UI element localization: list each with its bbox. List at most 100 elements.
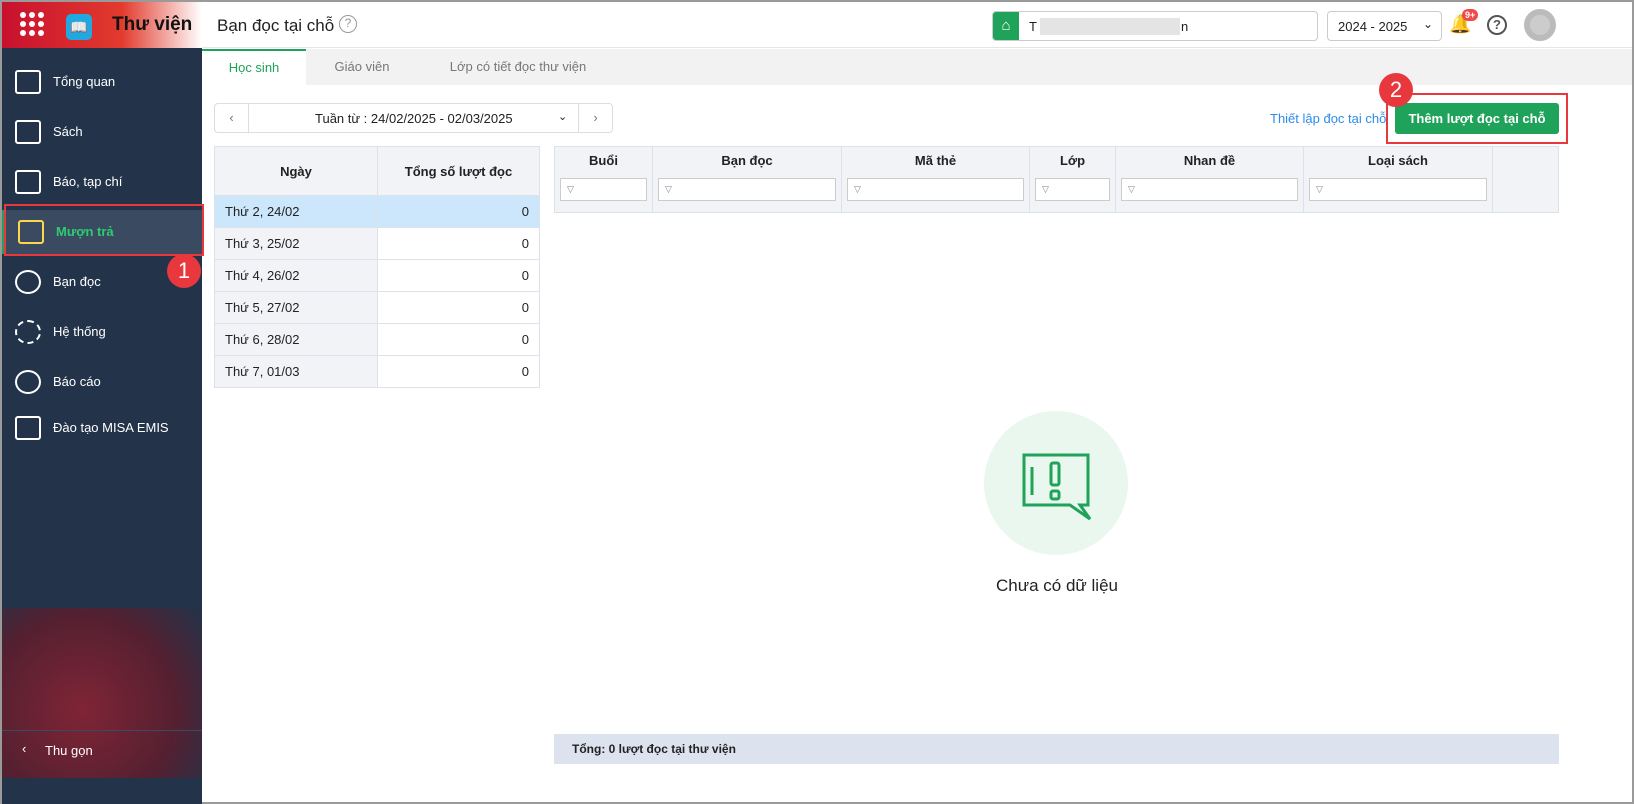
home-icon: ⌂ <box>993 12 1019 40</box>
count-cell: 0 <box>377 227 540 260</box>
sidebar-item-books[interactable]: Sách <box>2 110 202 154</box>
table-row[interactable]: Thứ 5, 27/02 0 <box>214 291 540 324</box>
day-cell: Thứ 4, 26/02 <box>214 259 378 292</box>
tab-bar: Học sinh Giáo viên Lớp có tiết đọc thư v… <box>202 49 1632 85</box>
day-cell: Thứ 2, 24/02 <box>214 195 378 228</box>
column-card: Mã thẻ ▽ <box>841 146 1030 213</box>
chevron-down-icon: ⌄ <box>1422 17 1433 31</box>
total-footer: Tổng: 0 lượt đọc tại thư viện <box>554 734 1559 764</box>
school-selector[interactable]: ⌂ T n <box>992 11 1318 41</box>
filter-input[interactable]: ▽ <box>560 178 647 201</box>
prev-week-button[interactable]: ‹ <box>215 104 249 132</box>
reader-icon <box>15 270 41 294</box>
count-cell: 0 <box>377 291 540 324</box>
sidebar-item-magazines[interactable]: Báo, tạp chí <box>2 160 202 204</box>
tab-teachers[interactable]: Giáo viên <box>306 49 418 85</box>
sidebar-item-label: Đào tạo MISA EMIS <box>53 420 169 435</box>
cube-icon <box>15 416 41 440</box>
empty-state-text: Chưa có dữ liệu <box>996 576 1118 595</box>
page-help-icon[interactable]: ? <box>339 15 357 33</box>
count-cell: 0 <box>377 259 540 292</box>
filter-input[interactable]: ▽ <box>847 178 1024 201</box>
chart-bars-icon <box>15 70 41 94</box>
collapse-label: Thu gọn <box>45 743 93 758</box>
tab-library-classes[interactable]: Lớp có tiết đọc thư viện <box>418 49 618 85</box>
tab-students[interactable]: Học sinh <box>202 49 306 85</box>
help-icon[interactable]: ? <box>1487 15 1507 35</box>
collapse-button[interactable]: ‹ Thu gọn <box>2 730 202 770</box>
table-row[interactable]: Thứ 3, 25/02 0 <box>214 227 540 260</box>
table-row[interactable]: Thứ 6, 28/02 0 <box>214 323 540 356</box>
reading-detail-table: Buổi ▽ Bạn đọc ▽ Mã thẻ ▽ Lớp ▽ Nhan đề ▽ Loạ… <box>554 146 1559 213</box>
column-header: Nhan đề <box>1183 153 1236 168</box>
chevron-down-icon[interactable]: ⌄ <box>558 110 567 123</box>
callout-box-2 <box>1386 93 1568 144</box>
column-header: Loại sách <box>1368 153 1428 168</box>
count-cell: 0 <box>377 195 540 228</box>
filter-input[interactable]: ▽ <box>658 178 836 201</box>
app-grid-icon[interactable] <box>20 12 44 36</box>
book-icon <box>15 120 41 144</box>
week-picker[interactable]: ‹ Tuần từ : 24/02/2025 - 02/03/2025 ⌄ › <box>214 103 613 133</box>
empty-state-illustration <box>984 411 1128 555</box>
sidebar-item-label: Tổng quan <box>53 74 116 89</box>
sidebar-item-label: Báo cáo <box>53 374 101 389</box>
setup-reading-link[interactable]: Thiết lập đọc tại chỗ <box>1270 111 1386 126</box>
sidebar-item-label: Sách <box>53 124 83 139</box>
column-header: Bạn đọc <box>721 153 773 168</box>
school-year-select[interactable]: 2024 - 2025 ⌄ <box>1327 11 1442 41</box>
filter-input[interactable]: ▽ <box>1309 178 1487 201</box>
redacted-school-name <box>1040 18 1180 35</box>
table-row[interactable]: Thứ 2, 24/02 0 <box>214 195 540 228</box>
day-cell: Thứ 6, 28/02 <box>214 323 378 356</box>
column-session: Buổi ▽ <box>554 146 653 213</box>
callout-number-1: 1 <box>167 254 201 288</box>
sidebar-item-training[interactable]: Đào tạo MISA EMIS <box>2 406 202 450</box>
column-title: Nhan đề ▽ <box>1115 146 1304 213</box>
newspaper-icon <box>15 170 41 194</box>
top-bar: 📖 Thư viện Bạn đọc tại chỗ ? ⌂ T n 2024 … <box>2 2 1632 48</box>
sidebar-item-overview[interactable]: Tổng quan <box>2 60 202 104</box>
school-name-end: n <box>1181 19 1189 34</box>
column-header: Lớp <box>1059 153 1086 168</box>
app-title: Thư viện <box>112 14 193 35</box>
column-book-type: Loại sách ▽ <box>1303 146 1493 213</box>
avatar[interactable] <box>1524 9 1556 41</box>
chevron-left-icon: ‹ <box>22 741 27 756</box>
column-header: Tổng số lượt đọc <box>377 146 540 196</box>
column-reader: Bạn đọc ▽ <box>652 146 842 213</box>
column-actions <box>1492 146 1559 213</box>
table-row[interactable]: Thứ 4, 26/02 0 <box>214 259 540 292</box>
day-cell: Thứ 7, 01/03 <box>214 355 378 388</box>
year-value: 2024 - 2025 <box>1338 19 1408 34</box>
filter-input[interactable]: ▽ <box>1035 178 1110 201</box>
sidebar-item-system[interactable]: Hệ thống <box>2 310 202 354</box>
sidebar-item-label: Bạn đọc <box>53 274 101 289</box>
callout-number-2: 2 <box>1379 73 1413 107</box>
column-header: Ngày <box>214 146 378 196</box>
sidebar-item-reports[interactable]: Báo cáo <box>2 360 202 404</box>
day-cell: Thứ 5, 27/02 <box>214 291 378 324</box>
sidebar-item-label: Báo, tạp chí <box>53 174 123 189</box>
days-table: Ngày Tổng số lượt đọc Thứ 2, 24/02 0 Thứ 3… <box>214 146 540 388</box>
library-logo-icon: 📖 <box>66 14 92 40</box>
school-name: T <box>1029 19 1037 34</box>
pie-chart-icon <box>15 370 41 394</box>
day-cell: Thứ 3, 25/02 <box>214 227 378 260</box>
next-week-button[interactable]: › <box>578 104 612 132</box>
sidebar-item-label: Hệ thống <box>53 324 106 339</box>
callout-box-1 <box>4 204 204 256</box>
filter-input[interactable]: ▽ <box>1121 178 1298 201</box>
week-value: Tuần từ : 24/02/2025 - 02/03/2025 <box>315 111 513 126</box>
gear-icon <box>15 320 41 344</box>
notification-badge: 9+ <box>1462 9 1479 21</box>
column-header: Mã thẻ <box>914 153 957 168</box>
table-row[interactable]: Thứ 7, 01/03 0 <box>214 355 540 388</box>
count-cell: 0 <box>377 323 540 356</box>
sidebar: Tổng quan Sách Báo, tạp chí Mượn trả Bạn… <box>2 48 202 804</box>
column-class: Lớp ▽ <box>1029 146 1116 213</box>
no-data-icon <box>1022 453 1092 521</box>
column-header: Buổi <box>589 153 618 168</box>
count-cell: 0 <box>377 355 540 388</box>
page-title: Bạn đọc tại chỗ <box>217 16 335 35</box>
